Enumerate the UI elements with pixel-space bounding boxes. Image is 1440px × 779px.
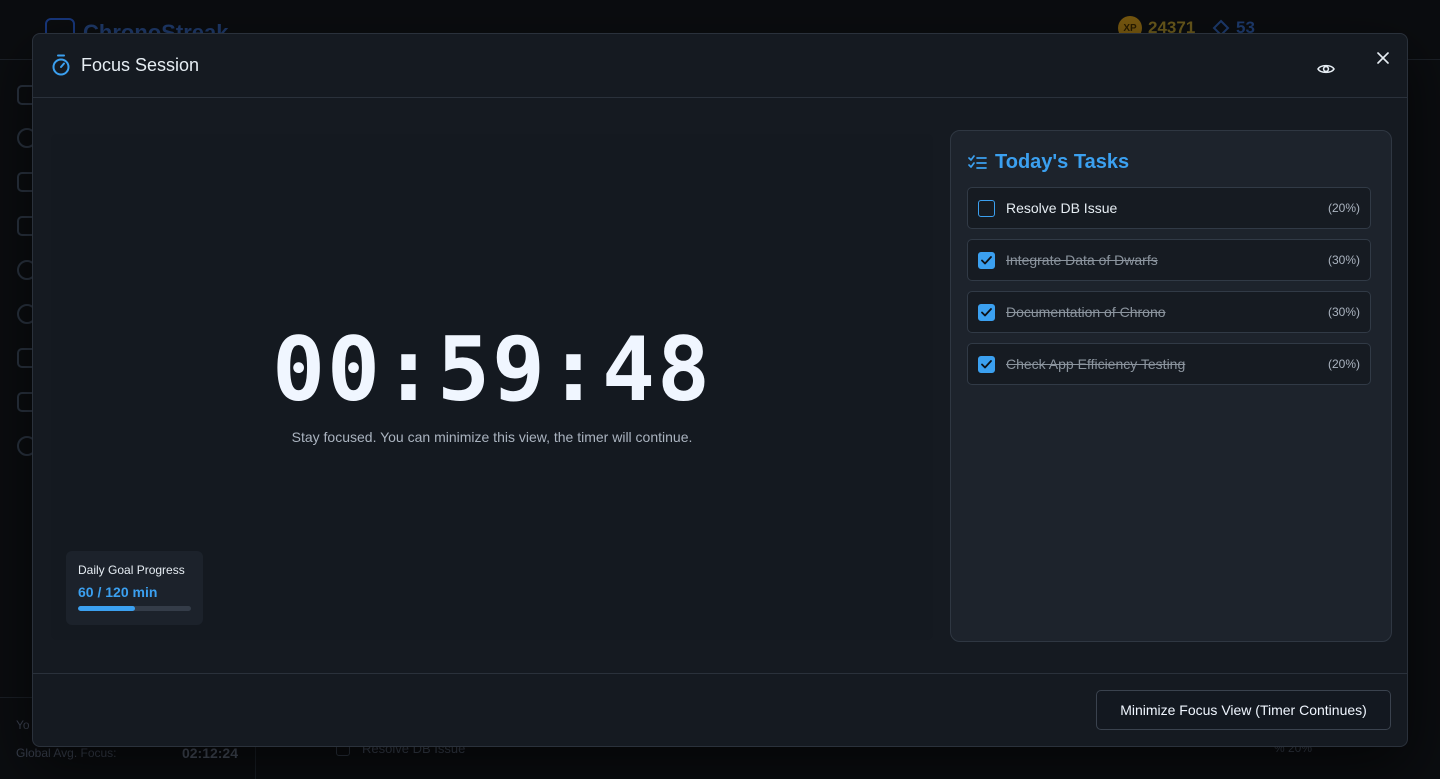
- checkmark-icon: [981, 308, 992, 317]
- modal-title-wrap: Focus Session: [51, 54, 199, 76]
- task-item[interactable]: Integrate Data of Dwarfs (30%): [967, 239, 1371, 281]
- daily-goal-card: Daily Goal Progress 60 / 120 min: [66, 551, 203, 625]
- todays-tasks-panel: Today's Tasks Resolve DB Issue (20%) Int…: [950, 130, 1392, 642]
- timer-panel: 00:59:48 Stay focused. You can minimize …: [51, 134, 933, 640]
- daily-goal-progress-fill: [78, 606, 135, 611]
- minimize-focus-view-button[interactable]: Minimize Focus View (Timer Continues): [1096, 690, 1391, 730]
- modal-title: Focus Session: [81, 54, 200, 75]
- task-item[interactable]: Check App Efficiency Testing (20%): [967, 343, 1371, 385]
- task-percentage: (30%): [1327, 305, 1360, 319]
- task-checkbox[interactable]: [978, 304, 995, 321]
- task-checkbox[interactable]: [978, 200, 995, 217]
- close-button[interactable]: [1373, 48, 1393, 68]
- task-name: Documentation of Chrono: [1006, 304, 1166, 320]
- task-checkbox[interactable]: [978, 356, 995, 373]
- daily-goal-label: Daily Goal Progress: [78, 563, 185, 577]
- tasks-header: Today's Tasks: [968, 151, 1129, 174]
- task-name: Check App Efficiency Testing: [1006, 356, 1186, 372]
- eye-icon: [1317, 64, 1335, 74]
- focus-session-modal: Focus Session 00:59:48 Stay focused. You…: [32, 33, 1408, 747]
- stopwatch-icon: [52, 54, 70, 76]
- task-percentage: (30%): [1327, 253, 1360, 267]
- focus-timer: 00:59:48: [272, 318, 712, 421]
- task-item[interactable]: Resolve DB Issue (20%): [967, 187, 1371, 229]
- task-checkbox[interactable]: [978, 252, 995, 269]
- task-percentage: (20%): [1327, 201, 1360, 215]
- modal-footer: Minimize Focus View (Timer Continues): [33, 673, 1407, 747]
- toggle-visibility-button[interactable]: [1314, 58, 1338, 80]
- task-name: Resolve DB Issue: [1006, 200, 1118, 216]
- modal-header: Focus Session: [33, 34, 1407, 98]
- task-name: Integrate Data of Dwarfs: [1006, 252, 1158, 268]
- stats-label: Yo: [16, 718, 30, 732]
- global-avg-value: 02:12:24: [181, 745, 238, 761]
- checkmark-icon: [981, 256, 992, 265]
- checkmark-icon: [981, 360, 992, 369]
- task-percentage: (20%): [1327, 357, 1360, 371]
- timer-subtitle: Stay focused. You can minimize this view…: [291, 429, 693, 445]
- global-avg-label: Global Avg. Focus:: [16, 746, 117, 760]
- close-icon: [1377, 52, 1389, 64]
- daily-goal-progress-bar: [78, 606, 191, 611]
- checklist-icon: [968, 154, 987, 169]
- tasks-title: Today's Tasks: [995, 151, 1130, 173]
- task-item[interactable]: Documentation of Chrono (30%): [967, 291, 1371, 333]
- daily-goal-value: 60 / 120 min: [78, 584, 158, 600]
